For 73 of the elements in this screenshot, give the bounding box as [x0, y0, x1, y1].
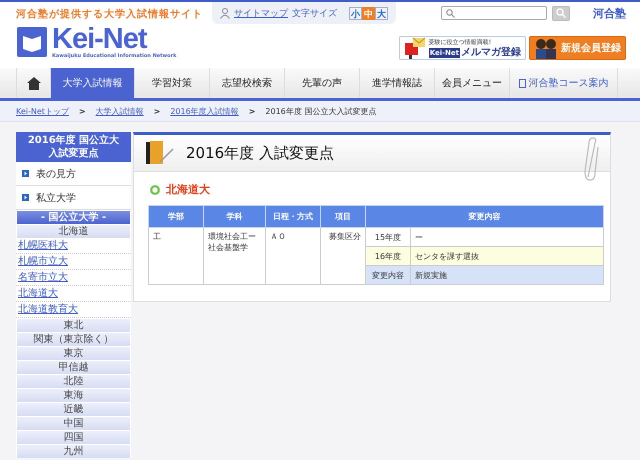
table-cell: ー: [410, 228, 604, 246]
arrow-icon: [22, 194, 29, 201]
search-field[interactable]: [441, 6, 547, 20]
mailbox-icon: [404, 37, 426, 59]
region-item[interactable]: 関東（東京除く）: [17, 333, 130, 346]
sidebar-title: 2016年度 国公立大: [28, 134, 120, 147]
university-link[interactable]: 札幌市立大: [18, 255, 68, 268]
region-item[interactable]: 近畿: [17, 403, 130, 416]
column-header: 日程・方式: [266, 206, 320, 228]
region-item[interactable]: 北海道: [17, 225, 130, 238]
table-cell: 変更内容: [366, 266, 410, 284]
site-logo[interactable]: Kei-Net: [52, 25, 176, 53]
breadcrumb-separator: >: [248, 106, 256, 116]
sitemap-link[interactable]: サイトマップ: [234, 6, 288, 20]
sidebar-item[interactable]: 私立大学: [16, 186, 131, 210]
table-cell: 工: [148, 228, 204, 284]
region-item[interactable]: 東北: [17, 319, 130, 332]
university-name: 北海道大: [166, 182, 210, 197]
region-item[interactable]: 東海: [17, 389, 130, 402]
sidebar-item[interactable]: 表の見方: [16, 162, 131, 186]
column-header: 項目: [320, 206, 366, 228]
breadcrumb-link[interactable]: Kei-Netトップ: [16, 106, 69, 116]
page-title: 2016年度 入試変更点: [186, 144, 334, 162]
region-item[interactable]: 四国: [17, 431, 130, 444]
region-item[interactable]: 北陸: [17, 375, 130, 388]
font-size-button[interactable]: 大: [375, 6, 388, 20]
nav-tab[interactable]: 大学入試情報: [51, 68, 135, 98]
notebook-icon: [146, 141, 174, 165]
region-item[interactable]: 甲信越: [17, 361, 130, 374]
document-icon: [518, 78, 526, 88]
nav-tab[interactable]: 学習対策: [135, 68, 210, 98]
site-tagline: 河合塾が提供する大学入試情報サイト: [16, 8, 203, 21]
nav-tab[interactable]: 河合塾コース案内: [510, 68, 618, 98]
table-cell: 15年度: [366, 228, 410, 246]
sidebar-section-header: - 国公立大学 -: [17, 211, 130, 224]
column-header: 学科: [204, 206, 266, 228]
column-header: 変更内容: [366, 206, 604, 228]
search-button[interactable]: [552, 6, 570, 20]
paperclip-icon: [584, 137, 600, 181]
search-icon: [446, 8, 455, 18]
font-size-button[interactable]: 小: [349, 6, 362, 20]
region-item[interactable]: 中国: [17, 417, 130, 430]
table-cell: センタを課す選抜: [410, 246, 604, 266]
sidebar-title: 入試変更点: [48, 147, 98, 160]
university-link[interactable]: 名寄市立大: [18, 271, 68, 284]
font-size-label: 文字サイズ: [292, 8, 337, 20]
nav-tab[interactable]: 会員メニュー: [435, 68, 510, 98]
search-icon: [556, 8, 566, 18]
nav-tab[interactable]: 志望校検索: [210, 68, 285, 98]
arrow-icon: [22, 170, 29, 177]
university-link[interactable]: 北海道大: [18, 287, 58, 300]
nav-tab[interactable]: 先輩の声: [285, 68, 360, 98]
person-icon: [220, 8, 230, 18]
region-item[interactable]: 九州: [17, 445, 130, 458]
breadcrumb-separator: >: [78, 106, 86, 116]
home-icon: [26, 76, 40, 90]
column-header: 学部: [148, 206, 204, 228]
table-cell: 新規実施: [410, 266, 604, 284]
breadcrumb-current: 2016年度 国公立大入試変更点: [265, 106, 376, 116]
circle-bullet-icon: [150, 184, 160, 194]
breadcrumb-link[interactable]: 大学入試情報: [96, 106, 144, 116]
book-icon: [16, 27, 48, 57]
university-link[interactable]: 札幌医科大: [18, 239, 68, 252]
breadcrumb-link[interactable]: 2016年度入試情報: [170, 106, 239, 116]
brand-name[interactable]: 河合塾: [593, 6, 626, 20]
nav-tab[interactable]: 進学情報誌: [360, 68, 435, 98]
breadcrumb-separator: >: [154, 106, 160, 116]
university-link[interactable]: 北海道教育大: [18, 303, 78, 316]
table-cell: 環境社会工ー社会基盤学: [204, 228, 266, 284]
table-cell: 16年度: [366, 246, 410, 266]
students-icon: [534, 37, 558, 59]
table-cell: ＡＯ: [266, 228, 320, 284]
region-item[interactable]: 東京: [17, 347, 130, 360]
